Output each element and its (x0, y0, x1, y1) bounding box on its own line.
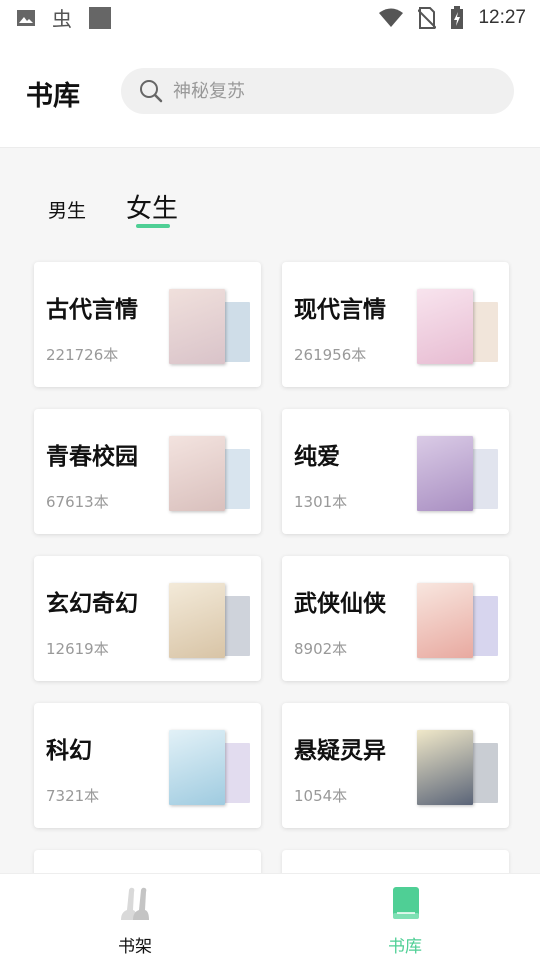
category-count: 8902本 (294, 640, 348, 658)
header: 书库 (0, 38, 540, 148)
category-name: 古代言情 (46, 297, 138, 323)
category-card[interactable]: 纯爱 1301本 (282, 409, 509, 534)
battery-charging-icon (451, 6, 464, 29)
book-cover-back (224, 302, 250, 362)
book-cover-back (224, 449, 250, 509)
wifi-icon (379, 8, 404, 27)
category-name: 悬疑灵异 (294, 738, 386, 764)
book-cover-back (224, 743, 250, 803)
tab-female[interactable]: 女生 (126, 188, 178, 225)
category-name: 科幻 (46, 738, 92, 764)
search-bar[interactable] (121, 68, 514, 114)
book-cover-back (472, 449, 498, 509)
nav-library[interactable]: 书库 (365, 884, 445, 957)
nav-library-label: 书库 (388, 937, 422, 957)
bug-icon: 虫 (52, 7, 72, 30)
category-name: 纯爱 (294, 444, 340, 470)
book-cover-back (472, 743, 498, 803)
category-name: 现代言情 (294, 297, 386, 323)
category-card[interactable]: 武侠仙侠 8902本 (282, 556, 509, 681)
book-cover (417, 436, 473, 511)
status-bar: 虫 12:27 (0, 0, 540, 38)
search-icon (140, 80, 163, 103)
clock: 12:27 (478, 7, 526, 28)
book-cover-back (472, 596, 498, 656)
category-count: 12619本 (46, 640, 109, 658)
book-cover-back (472, 302, 498, 362)
category-count: 1054本 (294, 787, 348, 805)
category-count: 261956本 (294, 346, 367, 364)
bookshelf-icon (121, 887, 149, 920)
image-icon (17, 10, 35, 26)
category-name: 武侠仙侠 (294, 591, 386, 617)
category-card[interactable]: 古代言情 221726本 (34, 262, 261, 387)
status-right-icons: 12:27 (378, 6, 526, 30)
nav-bookshelf-label: 书架 (118, 937, 152, 957)
book-cover (417, 289, 473, 364)
page-title: 书库 (26, 81, 80, 112)
book-cover (417, 730, 473, 805)
category-name: 青春校园 (46, 444, 138, 470)
nav-bookshelf[interactable]: 书架 (95, 884, 175, 957)
category-count: 1301本 (294, 493, 348, 511)
category-name: 玄幻奇幻 (46, 591, 138, 617)
svg-text:虫: 虫 (52, 7, 72, 30)
library-book-icon (393, 887, 419, 919)
book-cover (417, 583, 473, 658)
tab-male[interactable]: 男生 (48, 196, 86, 223)
category-card[interactable]: 悬疑灵异 1054本 (282, 703, 509, 828)
square-icon (89, 7, 111, 29)
bottom-nav: 书架 书库 (0, 873, 540, 960)
book-cover (169, 730, 225, 805)
no-sim-icon (418, 7, 437, 29)
book-cover-back (224, 596, 250, 656)
category-count: 7321本 (46, 787, 100, 805)
category-count: 67613本 (46, 493, 109, 511)
status-left-icons: 虫 (16, 6, 112, 30)
gender-tabs: 男生 女生 (0, 160, 540, 240)
book-cover (169, 436, 225, 511)
category-card[interactable]: 现代言情 261956本 (282, 262, 509, 387)
book-cover (169, 289, 225, 364)
category-card[interactable]: 科幻 7321本 (34, 703, 261, 828)
category-card[interactable]: 青春校园 67613本 (34, 409, 261, 534)
search-input[interactable] (173, 80, 473, 102)
book-cover (169, 583, 225, 658)
category-count: 221726本 (46, 346, 119, 364)
tab-indicator (136, 224, 170, 228)
category-card[interactable]: 玄幻奇幻 12619本 (34, 556, 261, 681)
